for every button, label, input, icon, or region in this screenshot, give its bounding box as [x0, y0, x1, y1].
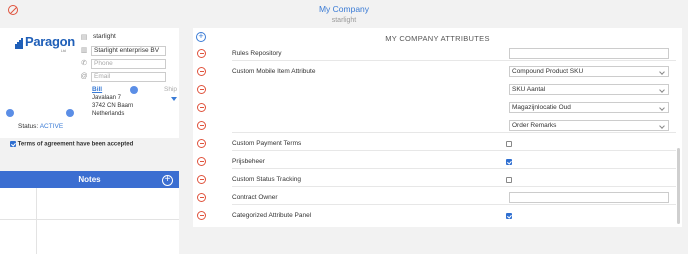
company-name-field[interactable]: starlight — [91, 33, 166, 43]
grid-divider — [36, 188, 37, 254]
row-divider — [232, 168, 676, 169]
attribute-checkbox[interactable] — [506, 213, 512, 219]
attribute-label: Custom Payment Terms — [232, 140, 302, 147]
attribute-select[interactable]: Compound Product SKU — [509, 66, 669, 77]
phone-field[interactable]: Phone — [91, 59, 166, 69]
notes-header: Notes — [0, 171, 179, 188]
remove-attribute-icon[interactable] — [197, 193, 206, 202]
legal-name-field[interactable]: Starlight enterprise BV — [91, 46, 166, 56]
add-address-icon[interactable] — [130, 86, 138, 94]
status-label: Status: — [18, 123, 39, 130]
status-line: Status: ACTIVE — [18, 123, 63, 130]
notes-grid — [0, 188, 179, 254]
row-divider — [232, 186, 676, 187]
attribute-label: Prijsbeheer — [232, 158, 265, 165]
remove-attribute-icon[interactable] — [197, 49, 206, 58]
remove-attribute-icon[interactable] — [197, 67, 206, 76]
email-field[interactable]: Email — [91, 72, 166, 82]
remove-attribute-icon[interactable] — [197, 139, 206, 148]
address-line: Javalaan 7 — [92, 95, 122, 101]
terms-row: Terms of agreement have been accepted — [10, 141, 133, 148]
prev-address-icon[interactable] — [6, 109, 14, 117]
attribute-label: Categorized Attribute Panel — [232, 212, 312, 219]
page: My Company starlight Paragon Ltd ▤ starl… — [0, 0, 688, 254]
tab-ship[interactable]: Ship — [164, 86, 177, 93]
company-logo: Paragon Ltd — [15, 34, 75, 53]
attributes-panel: + MY COMPANY ATTRIBUTES Rules Repository… — [193, 28, 682, 227]
logo-bars-icon — [15, 38, 23, 49]
address-line: 3742 CN Baarn — [92, 103, 134, 109]
page-subtitle: starlight — [331, 17, 357, 24]
row-divider — [232, 60, 676, 61]
attribute-select[interactable]: Magazijnlocatie Oud — [509, 102, 669, 113]
phone-icon: ✆ — [81, 60, 87, 67]
scrollbar[interactable] — [677, 148, 680, 224]
building-icon: ▥ — [80, 47, 88, 54]
remove-attribute-icon[interactable] — [197, 85, 206, 94]
address-line: Netherlands — [92, 111, 125, 117]
attribute-label: Rules Repository — [232, 50, 282, 57]
at-icon: @ — [80, 73, 88, 80]
attributes-title: MY COMPANY ATTRIBUTES — [385, 34, 490, 43]
notes-title: Notes — [78, 175, 101, 184]
attribute-label: Custom Mobile Item Attribute — [232, 68, 316, 75]
attribute-select[interactable]: SKU Aantal — [509, 84, 669, 95]
remove-attribute-icon[interactable] — [197, 103, 206, 112]
remove-attribute-icon[interactable] — [197, 211, 206, 220]
id-card-icon: ▤ — [80, 34, 88, 41]
logo-suffix: Ltd — [61, 49, 66, 53]
remove-attribute-icon[interactable] — [197, 121, 206, 130]
row-divider — [232, 150, 676, 151]
chevron-down-icon[interactable] — [171, 97, 177, 101]
attribute-checkbox[interactable] — [506, 159, 512, 165]
row-divider — [232, 204, 676, 205]
tab-bill[interactable]: Bill — [92, 86, 102, 93]
add-note-icon[interactable]: + — [162, 175, 173, 186]
terms-label: Terms of agreement have been accepted — [17, 141, 134, 148]
row-divider — [232, 132, 676, 133]
attribute-select[interactable]: Order Remarks — [509, 120, 669, 131]
terms-checkbox[interactable] — [10, 141, 16, 147]
logo-wordmark: Paragon — [25, 34, 75, 49]
status-badge: ACTIVE — [39, 123, 64, 130]
attribute-label: Custom Status Tracking — [232, 176, 301, 183]
remove-attribute-icon[interactable] — [197, 175, 206, 184]
company-card: Paragon Ltd ▤ starlight ▥ Starlight ente… — [0, 28, 179, 138]
attribute-label: Contract Owner — [232, 194, 278, 201]
attribute-input[interactable] — [509, 48, 669, 59]
attribute-input[interactable] — [509, 192, 669, 203]
attribute-checkbox[interactable] — [506, 177, 512, 183]
next-address-icon[interactable] — [66, 109, 74, 117]
attribute-checkbox[interactable] — [506, 141, 512, 147]
remove-attribute-icon[interactable] — [197, 157, 206, 166]
grid-divider — [0, 219, 179, 220]
page-title: My Company — [318, 4, 370, 14]
